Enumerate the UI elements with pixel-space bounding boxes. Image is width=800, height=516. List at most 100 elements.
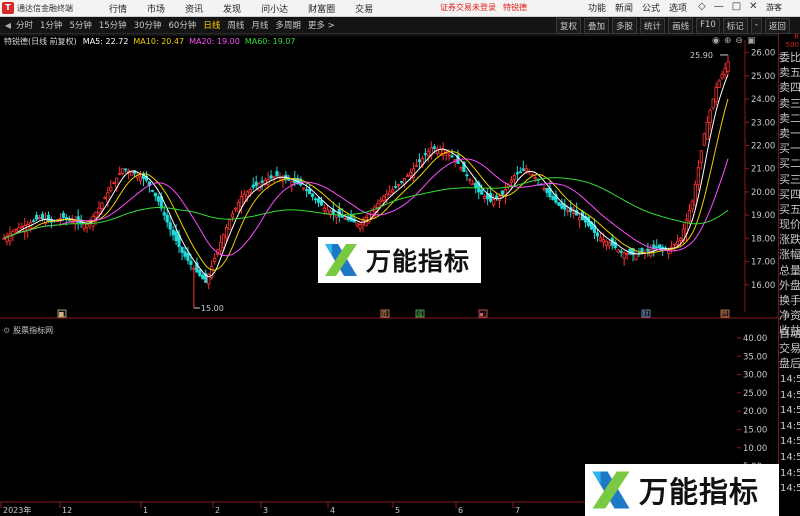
candle-body (334, 214, 338, 218)
trade-label-0: 自动 (779, 327, 800, 340)
right-top-r: R (794, 33, 799, 41)
candle-body (313, 198, 318, 201)
candle-body (76, 216, 80, 224)
candle-body (100, 202, 104, 209)
x-tick-label: 3 (263, 506, 268, 515)
quote-label-8: 买三 (779, 172, 800, 186)
candle-body (494, 195, 499, 199)
right-top-label: R 500 (783, 33, 799, 49)
candle-body (275, 171, 279, 177)
y-tick-label: 25.00 (751, 72, 775, 82)
candle-body (201, 274, 205, 280)
trade-label-1: 交易 (779, 342, 800, 356)
quote-label-17: 净资 (779, 309, 800, 323)
candle-body (219, 242, 223, 252)
candle-body (302, 187, 306, 190)
candle-body (382, 196, 386, 201)
event-marker-text: ■ (59, 311, 65, 318)
y-tick-label: 26.00 (751, 49, 775, 59)
candle-body (655, 246, 659, 249)
tick-times-panel: 14:56 14:56 14:56 14:56 14:56 14:56 14:56 14:56 (780, 372, 800, 497)
candle-body (82, 223, 86, 230)
candle-body (717, 80, 721, 89)
candle-body (150, 189, 154, 192)
candle-body (319, 200, 324, 206)
candle-body (595, 232, 600, 237)
watermark-text: 万能指标 (366, 247, 471, 276)
tick-time-7: 14:56 (780, 483, 800, 495)
candle-body (483, 196, 487, 199)
candle-body (8, 233, 12, 242)
candle-body (358, 224, 362, 229)
candle-body (408, 171, 413, 177)
candle-body (61, 212, 65, 218)
sub-tick-label: 10.00 (743, 444, 767, 454)
x-tick-label: 5 (395, 506, 400, 515)
right-top-500: 500 (785, 41, 799, 49)
x-tick-label: 7 (515, 506, 520, 515)
candle-body (236, 201, 241, 212)
candle-body (670, 246, 674, 249)
candle-body (705, 121, 709, 140)
candle-body (379, 199, 383, 202)
candle-body (162, 212, 166, 216)
x-tick-label: 12 (62, 506, 72, 515)
quote-label-10: 买五 (779, 202, 800, 216)
trade-label-2: 盘后 (779, 357, 800, 371)
candle-body (711, 98, 715, 109)
candle-body (189, 260, 193, 265)
quote-label-1: 卖五 (779, 66, 800, 80)
candle-body (251, 184, 255, 188)
tick-time-5: 14:56 (780, 451, 800, 463)
x-tick-label: 1 (143, 506, 148, 515)
candle-body (480, 189, 484, 195)
candle-body (566, 210, 570, 212)
candle-body (465, 174, 469, 177)
y-tick-label: 22.00 (751, 142, 775, 152)
gear-icon[interactable]: ⚙ (3, 326, 10, 335)
candle-body (14, 228, 18, 231)
candle-body (474, 182, 478, 189)
y-tick-label: 19.00 (751, 211, 775, 221)
candle-body (290, 181, 294, 185)
sub-pane-title: ⚙ 股票指标网 (3, 325, 53, 336)
candle-body (542, 188, 546, 190)
candle-body (85, 224, 89, 228)
candle-body (628, 248, 632, 255)
candle-body (515, 172, 519, 175)
candle-body (180, 246, 184, 253)
candle-body (646, 248, 650, 252)
tick-time-0: 14:56 (780, 374, 800, 385)
quote-label-3: 卖三 (779, 96, 800, 110)
candle-body (675, 240, 680, 245)
candle-body (438, 149, 442, 155)
quote-label-2: 卖四 (779, 81, 800, 95)
candle-body (607, 242, 611, 247)
candle-body (397, 183, 401, 186)
candle-body (168, 222, 172, 230)
watermark-corner: 万能指标 (585, 464, 779, 516)
sub-tick-label: 35.00 (743, 352, 767, 362)
quote-label-7: 买二 (779, 157, 800, 171)
candle-body (376, 203, 380, 208)
candle-body (32, 220, 36, 223)
candle-body (447, 154, 451, 157)
sub-tick-label: 15.00 (743, 426, 767, 436)
candle-body (714, 87, 718, 102)
candle-body (242, 193, 246, 203)
tick-time-1: 14:56 (780, 389, 800, 401)
candle-body (355, 222, 359, 226)
quote-label-13: 涨幅 (779, 248, 800, 262)
candle-body (598, 237, 603, 242)
candle-body (64, 217, 68, 220)
candle-body (121, 168, 125, 174)
sub-tick-label: 20.00 (743, 407, 767, 417)
candle-body (165, 214, 169, 223)
candle-body (391, 189, 395, 193)
candle-body (254, 181, 258, 186)
candle-body (426, 150, 430, 157)
candle-body (702, 133, 706, 146)
candle-body (578, 217, 582, 221)
candle-body (40, 213, 45, 220)
quote-label-6: 买一 (779, 142, 800, 156)
